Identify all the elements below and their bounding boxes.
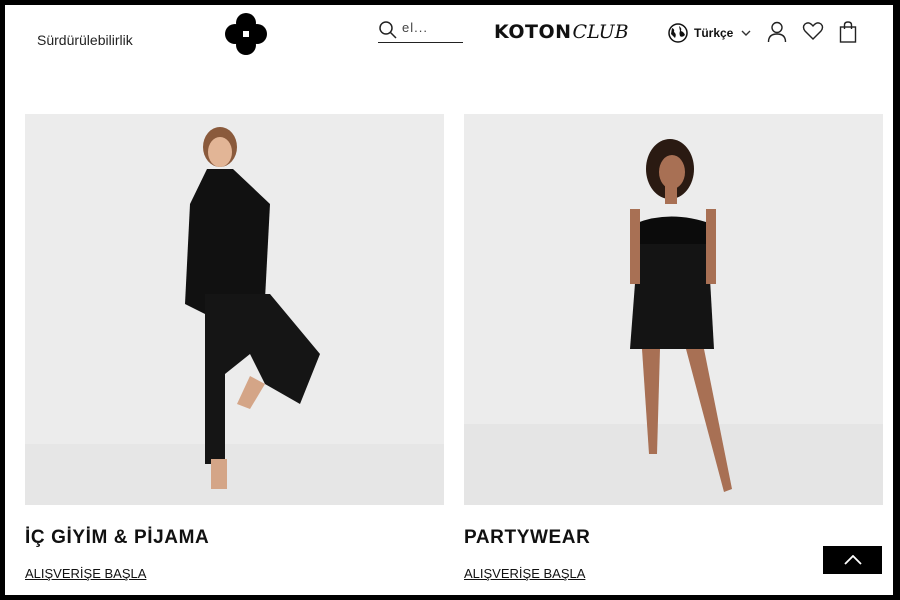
chevron-down-icon <box>741 30 751 36</box>
brand-club: CLUB <box>572 21 629 43</box>
search-box[interactable] <box>378 18 463 43</box>
card-link-pajama[interactable]: ALIŞVERİŞE BAŞLA <box>25 566 146 581</box>
woman-black-feather-strapless-dress-photo <box>464 114 883 505</box>
koton-club-logo[interactable]: KOTON CLUB <box>494 21 629 43</box>
card-title-pajama: İÇ GİYİM & PİJAMA <box>25 527 210 548</box>
shopping-bag-icon[interactable] <box>839 21 857 43</box>
scroll-to-top-button[interactable] <box>823 546 882 574</box>
card-title-partywear: PARTYWEAR <box>464 527 591 548</box>
woman-black-satin-pajamas-photo <box>25 114 444 505</box>
search-icon[interactable] <box>378 20 398 40</box>
card-image-partywear[interactable] <box>464 114 883 505</box>
brand-koton: KOTON <box>494 21 572 43</box>
card-image-pajama[interactable] <box>25 114 444 505</box>
globe-icon <box>668 23 688 43</box>
page: Sürdürülebilirlik KOTON CLUB <box>5 5 893 595</box>
site-header: Sürdürülebilirlik KOTON CLUB <box>5 5 893 65</box>
clover-logo-icon[interactable] <box>224 13 268 55</box>
heart-icon[interactable] <box>802 21 824 41</box>
user-icon[interactable] <box>767 21 787 43</box>
chevron-up-icon <box>843 555 862 565</box>
search-input[interactable] <box>402 20 462 35</box>
language-label: Türkçe <box>694 26 734 40</box>
sustainability-link[interactable]: Sürdürülebilirlik <box>37 32 133 48</box>
language-selector[interactable]: Türkçe <box>668 22 751 44</box>
card-link-partywear[interactable]: ALIŞVERİŞE BAŞLA <box>464 566 585 581</box>
